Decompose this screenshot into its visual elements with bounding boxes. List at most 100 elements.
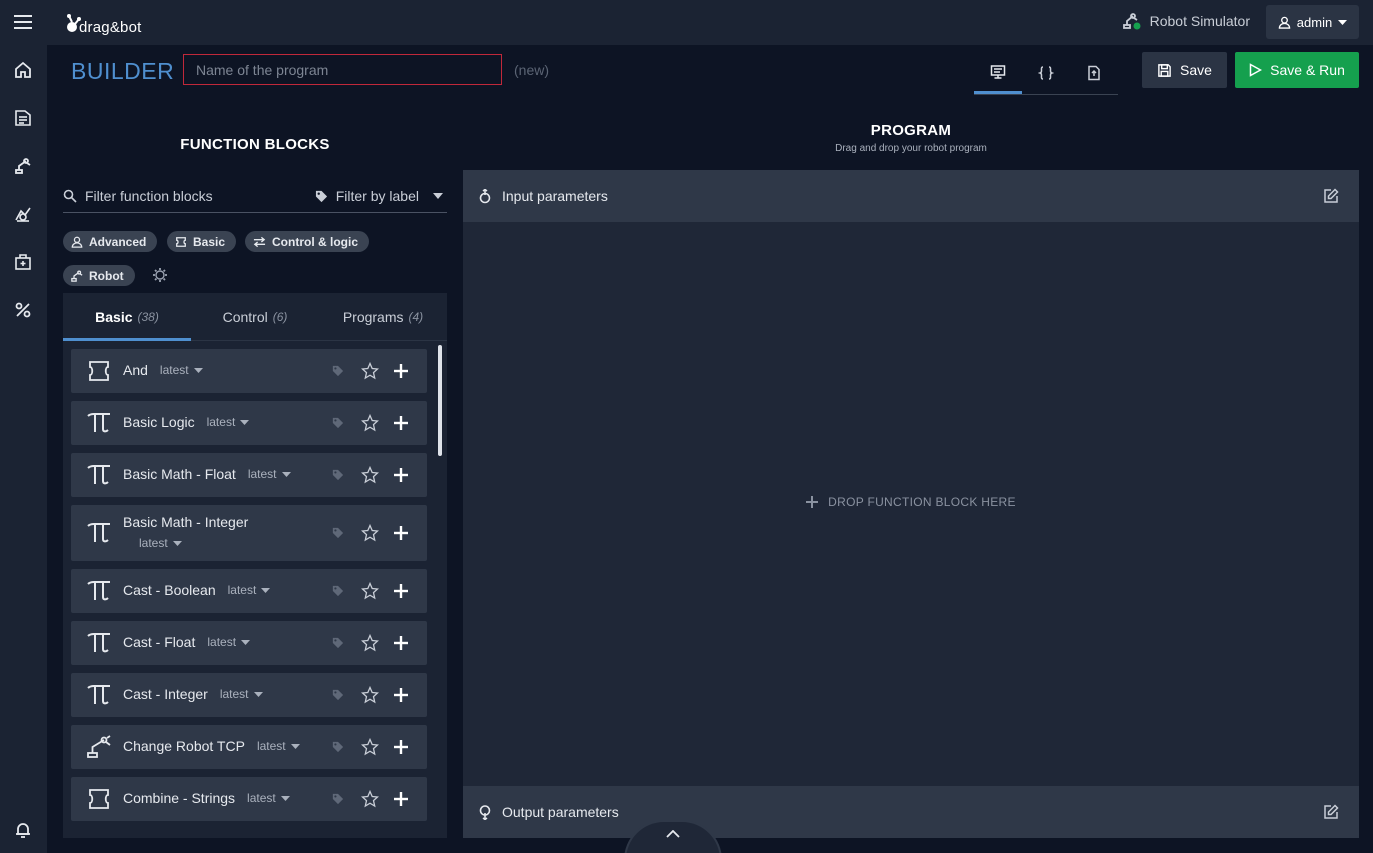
tab-programs[interactable]: Programs (4)	[319, 293, 447, 340]
chevron-down-icon	[241, 639, 251, 645]
chip-control-logic[interactable]: Control & logic	[245, 231, 369, 252]
input-icon	[479, 188, 491, 203]
star-icon[interactable]	[361, 362, 379, 380]
version-dropdown[interactable]: latest	[247, 791, 290, 805]
version-dropdown[interactable]: latest	[207, 635, 251, 649]
version-dropdown[interactable]: latest	[207, 415, 250, 429]
tab-control[interactable]: Control (6)	[191, 293, 319, 340]
function-block-item[interactable]: Change Robot TCP latest	[71, 725, 427, 769]
version-label: latest	[206, 415, 236, 429]
chip-settings-icon[interactable]	[152, 267, 168, 283]
add-block-icon[interactable]	[394, 792, 408, 806]
pi-icon	[85, 409, 113, 437]
tab-file-view[interactable]	[1070, 52, 1118, 94]
version-dropdown[interactable]: latest	[257, 739, 300, 753]
tab-count: (6)	[272, 309, 288, 324]
filter-by-label-dropdown[interactable]: Filter by label	[315, 188, 447, 204]
tag-icon[interactable]	[332, 793, 344, 805]
star-icon[interactable]	[361, 634, 379, 652]
output-parameters-bar[interactable]: Output parameters	[463, 786, 1359, 838]
chip-robot[interactable]: Robot	[63, 265, 135, 286]
tag-icon[interactable]	[332, 585, 344, 597]
add-block-icon[interactable]	[394, 416, 408, 430]
version-dropdown[interactable]: latest	[139, 536, 182, 550]
tab-basic[interactable]: Basic (38)	[63, 293, 191, 341]
star-icon[interactable]	[361, 790, 379, 808]
function-block-item[interactable]: Basic Math - Integer latest	[71, 505, 427, 561]
tag-icon[interactable]	[332, 365, 344, 377]
robot-arm-icon[interactable]	[11, 154, 35, 178]
function-block-item[interactable]: And latest	[71, 349, 427, 393]
version-dropdown[interactable]: latest	[160, 363, 203, 377]
robot-arm-icon	[71, 270, 83, 282]
add-block-icon[interactable]	[394, 636, 408, 650]
filter-label-text: Filter by label	[335, 188, 419, 204]
function-block-item[interactable]: Basic Math - Float latest	[71, 453, 427, 497]
output-parameters-label: Output parameters	[502, 804, 619, 820]
program-name-input[interactable]	[183, 54, 502, 85]
input-parameters-label: Input parameters	[502, 188, 608, 204]
tag-icon[interactable]	[332, 527, 344, 539]
play-icon	[1249, 63, 1263, 77]
star-icon[interactable]	[361, 524, 379, 542]
add-block-icon[interactable]	[394, 584, 408, 598]
function-block-title-line: Change Robot TCP latest	[123, 738, 300, 754]
monitor-icon	[990, 64, 1006, 79]
bell-icon[interactable]	[11, 818, 35, 842]
user-menu-button[interactable]: admin	[1266, 5, 1359, 39]
edit-input-parameters-icon[interactable]	[1323, 188, 1339, 204]
robot-simulator-status[interactable]: Robot Simulator	[1122, 11, 1250, 31]
chevron-down-icon	[172, 540, 182, 546]
add-block-icon[interactable]	[394, 526, 408, 540]
tag-icon[interactable]	[332, 741, 344, 753]
star-icon[interactable]	[361, 414, 379, 432]
add-block-icon[interactable]	[394, 468, 408, 482]
tag-icon[interactable]	[332, 417, 344, 429]
search-icon	[63, 189, 77, 203]
tools-icon[interactable]	[11, 298, 35, 322]
drop-zone[interactable]: DROP FUNCTION BLOCK HERE	[463, 495, 1359, 509]
skills-icon[interactable]	[11, 202, 35, 226]
function-block-item[interactable]: Cast - Boolean latest	[71, 569, 427, 613]
tab-visual-editor[interactable]	[974, 52, 1022, 94]
star-icon[interactable]	[361, 582, 379, 600]
star-icon[interactable]	[361, 686, 379, 704]
function-block-item[interactable]: Combine - Strings latest	[71, 777, 427, 821]
home-icon[interactable]	[11, 58, 35, 82]
filter-search-field[interactable]: Filter function blocks	[63, 188, 315, 204]
version-dropdown[interactable]: latest	[220, 687, 263, 701]
add-block-icon[interactable]	[394, 364, 408, 378]
save-button[interactable]: Save	[1142, 52, 1227, 88]
edit-output-parameters-icon[interactable]	[1323, 804, 1339, 820]
star-icon[interactable]	[361, 738, 379, 756]
add-block-icon[interactable]	[394, 740, 408, 754]
logo[interactable]: drag&bot	[65, 8, 141, 36]
toolbox-icon[interactable]	[11, 250, 35, 274]
function-block-title-line: Basic Logic latest	[123, 414, 250, 430]
function-block-item[interactable]: Cast - Float latest	[71, 621, 427, 665]
chevron-down-icon	[280, 795, 290, 801]
version-dropdown[interactable]: latest	[248, 467, 291, 481]
menu-icon[interactable]	[11, 10, 35, 34]
function-block-item[interactable]: Cast - Integer latest	[71, 673, 427, 717]
star-icon[interactable]	[361, 466, 379, 484]
floppy-disk-icon	[1158, 63, 1171, 77]
chip-basic[interactable]: Basic	[167, 231, 237, 252]
list-scrollbar[interactable]	[438, 345, 442, 456]
version-dropdown[interactable]: latest	[228, 583, 271, 597]
function-block-name: Combine - Strings	[123, 790, 236, 806]
chip-advanced[interactable]: Advanced	[63, 231, 158, 252]
tag-icon[interactable]	[332, 637, 344, 649]
programs-list-icon[interactable]	[11, 106, 35, 130]
tag-icon[interactable]	[332, 469, 344, 481]
builder-title: BUILDER	[71, 58, 175, 84]
tab-code-view[interactable]	[1022, 52, 1070, 94]
function-block-name: Basic Math - Integer	[123, 514, 249, 530]
tag-icon[interactable]	[332, 689, 344, 701]
filter-row: Filter function blocks Filter by label	[63, 180, 447, 213]
add-block-icon[interactable]	[394, 688, 408, 702]
input-parameters-bar[interactable]: Input parameters	[463, 170, 1359, 222]
function-block-item[interactable]: Basic Logic latest	[71, 401, 427, 445]
save-and-run-button[interactable]: Save & Run	[1235, 52, 1359, 88]
tab-label: Control	[222, 308, 268, 325]
